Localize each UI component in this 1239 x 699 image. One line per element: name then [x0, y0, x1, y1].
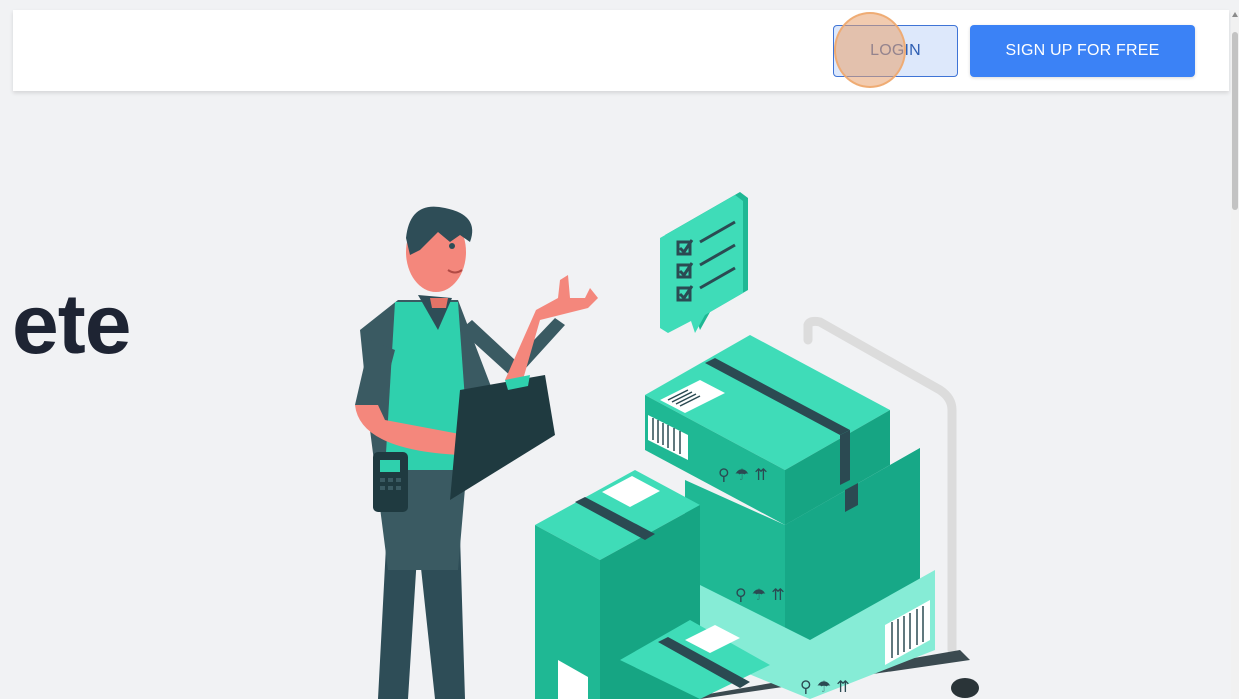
navbar: LOGIN SIGN UP FOR FREE — [13, 10, 1229, 91]
login-button[interactable]: LOGIN — [833, 25, 958, 77]
signup-button[interactable]: SIGN UP FOR FREE — [970, 25, 1195, 77]
scroll-up-arrow-icon[interactable] — [1232, 12, 1238, 17]
checklist-icon — [660, 192, 748, 333]
svg-text:⚲ ☂ ⇈: ⚲ ☂ ⇈ — [735, 585, 785, 604]
fragile-symbol-icon: ⚲ ☂ ⇈ — [718, 465, 768, 484]
scrollbar-thumb[interactable] — [1232, 32, 1238, 210]
hero-headline: ete — [12, 277, 131, 371]
wheel — [951, 678, 979, 698]
top-strip — [0, 0, 1239, 10]
svg-text:⚲ ☂ ⇈: ⚲ ☂ ⇈ — [800, 677, 850, 696]
warehouse-illustration: ⚲ ☂ ⇈ ⚲ ☂ ⇈ ⚲ ☂ ⇈ — [355, 192, 979, 699]
